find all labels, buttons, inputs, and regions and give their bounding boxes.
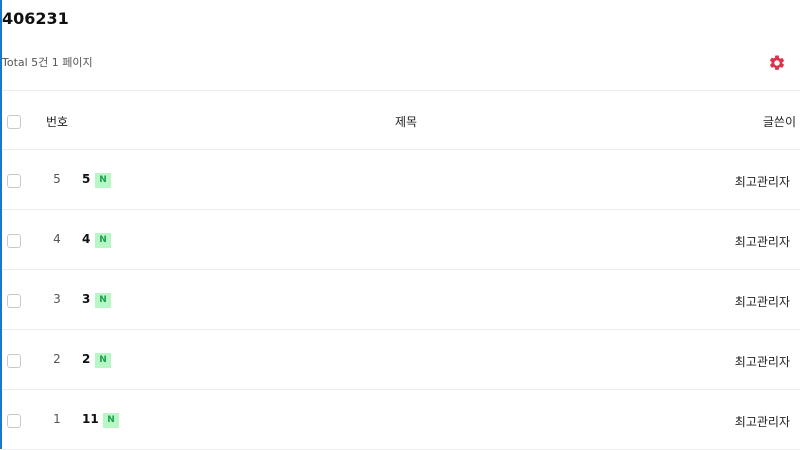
new-badge: N [95,353,111,368]
row-checkbox[interactable] [7,354,21,368]
row-author[interactable]: 최고관리자 [735,353,790,370]
row-author[interactable]: 최고관리자 [735,413,790,430]
table-row: 3 3 N 최고관리자 [2,270,800,330]
row-author[interactable]: 최고관리자 [735,233,790,250]
row-checkbox[interactable] [7,234,21,248]
row-subject-link[interactable]: 5 [82,172,90,186]
gear-icon-graphic [769,55,785,70]
row-author[interactable]: 최고관리자 [735,293,790,310]
row-subject-link[interactable]: 4 [82,232,90,246]
row-author[interactable]: 최고관리자 [735,173,790,190]
row-number: 2 [53,352,61,366]
board-title: 406231 [2,9,69,28]
row-number: 3 [53,292,61,306]
row-subject-link[interactable]: 3 [82,292,90,306]
select-all-checkbox[interactable] [7,115,21,129]
new-badge: N [103,413,119,428]
column-header-title: 제목 [395,115,418,129]
new-badge: N [95,293,111,308]
table-row: 4 4 N 최고관리자 [2,210,800,270]
column-header-number: 번호 [46,115,69,129]
row-subject-link[interactable]: 2 [82,352,90,366]
column-header-author: 글쓴이 [762,115,796,129]
row-checkbox[interactable] [7,294,21,308]
table-row: 1 11 N 최고관리자 [2,390,800,450]
row-subject-link[interactable]: 11 [82,412,99,426]
new-badge: N [95,233,111,248]
table-row: 5 5 N 최고관리자 [2,150,800,210]
row-checkbox[interactable] [7,174,21,188]
row-number: 4 [53,232,61,246]
new-badge: N [95,173,111,188]
gear-icon[interactable] [768,54,786,72]
table-row: 2 2 N 최고관리자 [2,330,800,390]
total-count: Total 5건 1 페이지 [2,56,93,69]
row-number: 5 [53,172,61,186]
row-number: 1 [53,412,61,426]
table-header: 번호 제목 글쓴이 [2,90,800,150]
row-checkbox[interactable] [7,414,21,428]
